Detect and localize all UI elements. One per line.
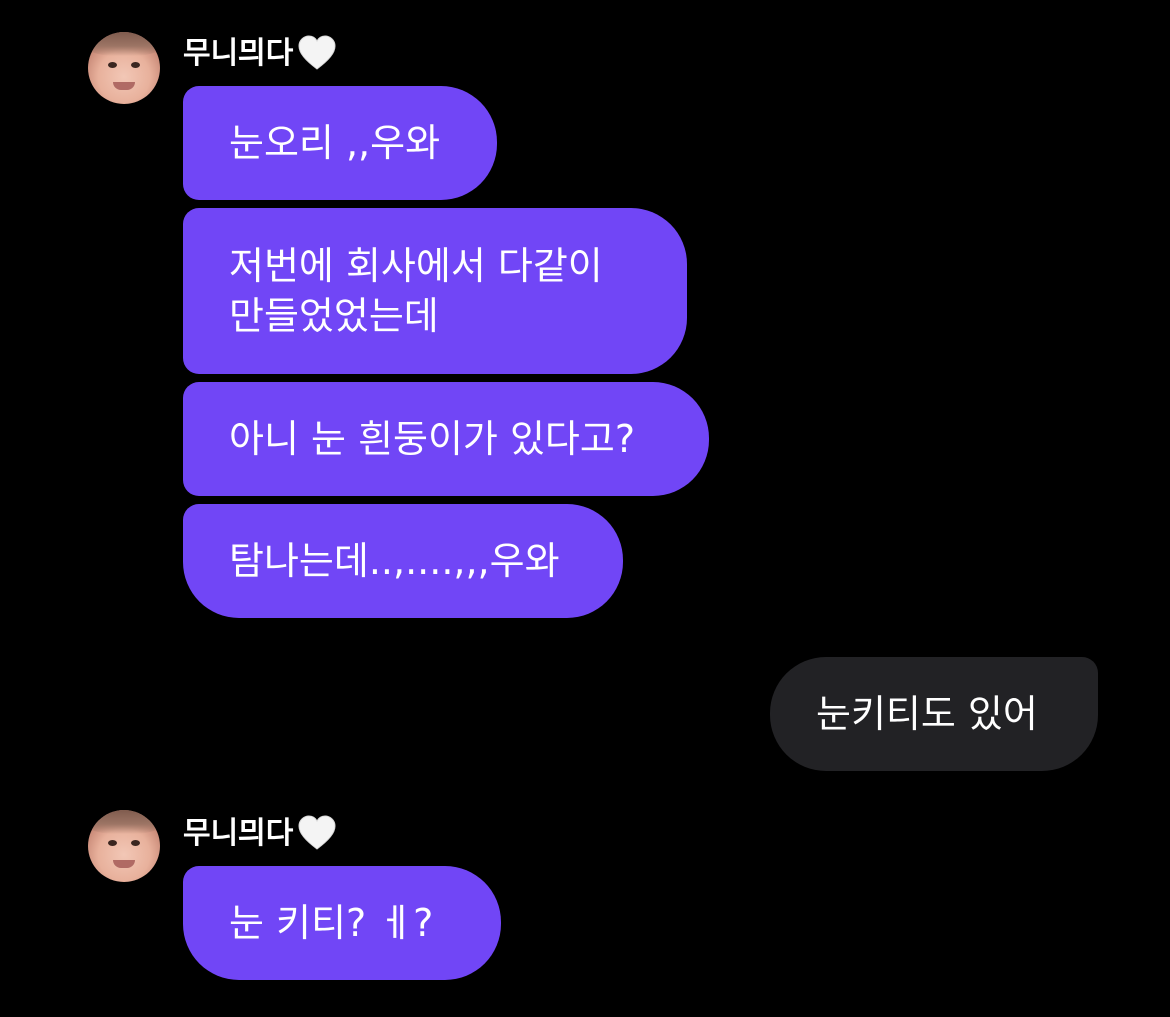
white-heart-icon	[298, 814, 336, 850]
message-text: 만들었었는데	[229, 294, 439, 338]
message-text: 눈오리 ,,우와	[229, 121, 441, 165]
incoming-message-bubble[interactable]: 저번에 회사에서 다같이 만들었었는데	[183, 208, 687, 374]
sender-name[interactable]: 무니믜다	[183, 814, 337, 852]
message-text: 눈키티도 있어	[816, 692, 1038, 736]
incoming-message-bubble[interactable]: 눈 키티? ㅔ?	[183, 866, 501, 980]
incoming-message-bubble[interactable]: 눈오리 ,,우와	[183, 86, 497, 200]
white-heart-icon	[298, 34, 336, 70]
sender-name[interactable]: 무니믜다	[183, 34, 337, 72]
incoming-message-bubble[interactable]: 아니 눈 흰둥이가 있다고?	[183, 382, 709, 496]
message-text: 눈 키티? ㅔ?	[229, 901, 434, 945]
sender-avatar[interactable]	[88, 32, 160, 104]
outgoing-message-bubble[interactable]: 눈키티도 있어	[770, 657, 1098, 771]
incoming-message-bubble[interactable]: 탐나는데..,....,,,우와	[183, 504, 623, 618]
sender-avatar[interactable]	[88, 810, 160, 882]
message-text: 탐나는데..,....,,,우와	[229, 539, 560, 583]
message-text: 아니 눈 흰둥이가 있다고?	[229, 417, 636, 461]
message-text: 저번에 회사에서 다같이	[229, 244, 603, 288]
